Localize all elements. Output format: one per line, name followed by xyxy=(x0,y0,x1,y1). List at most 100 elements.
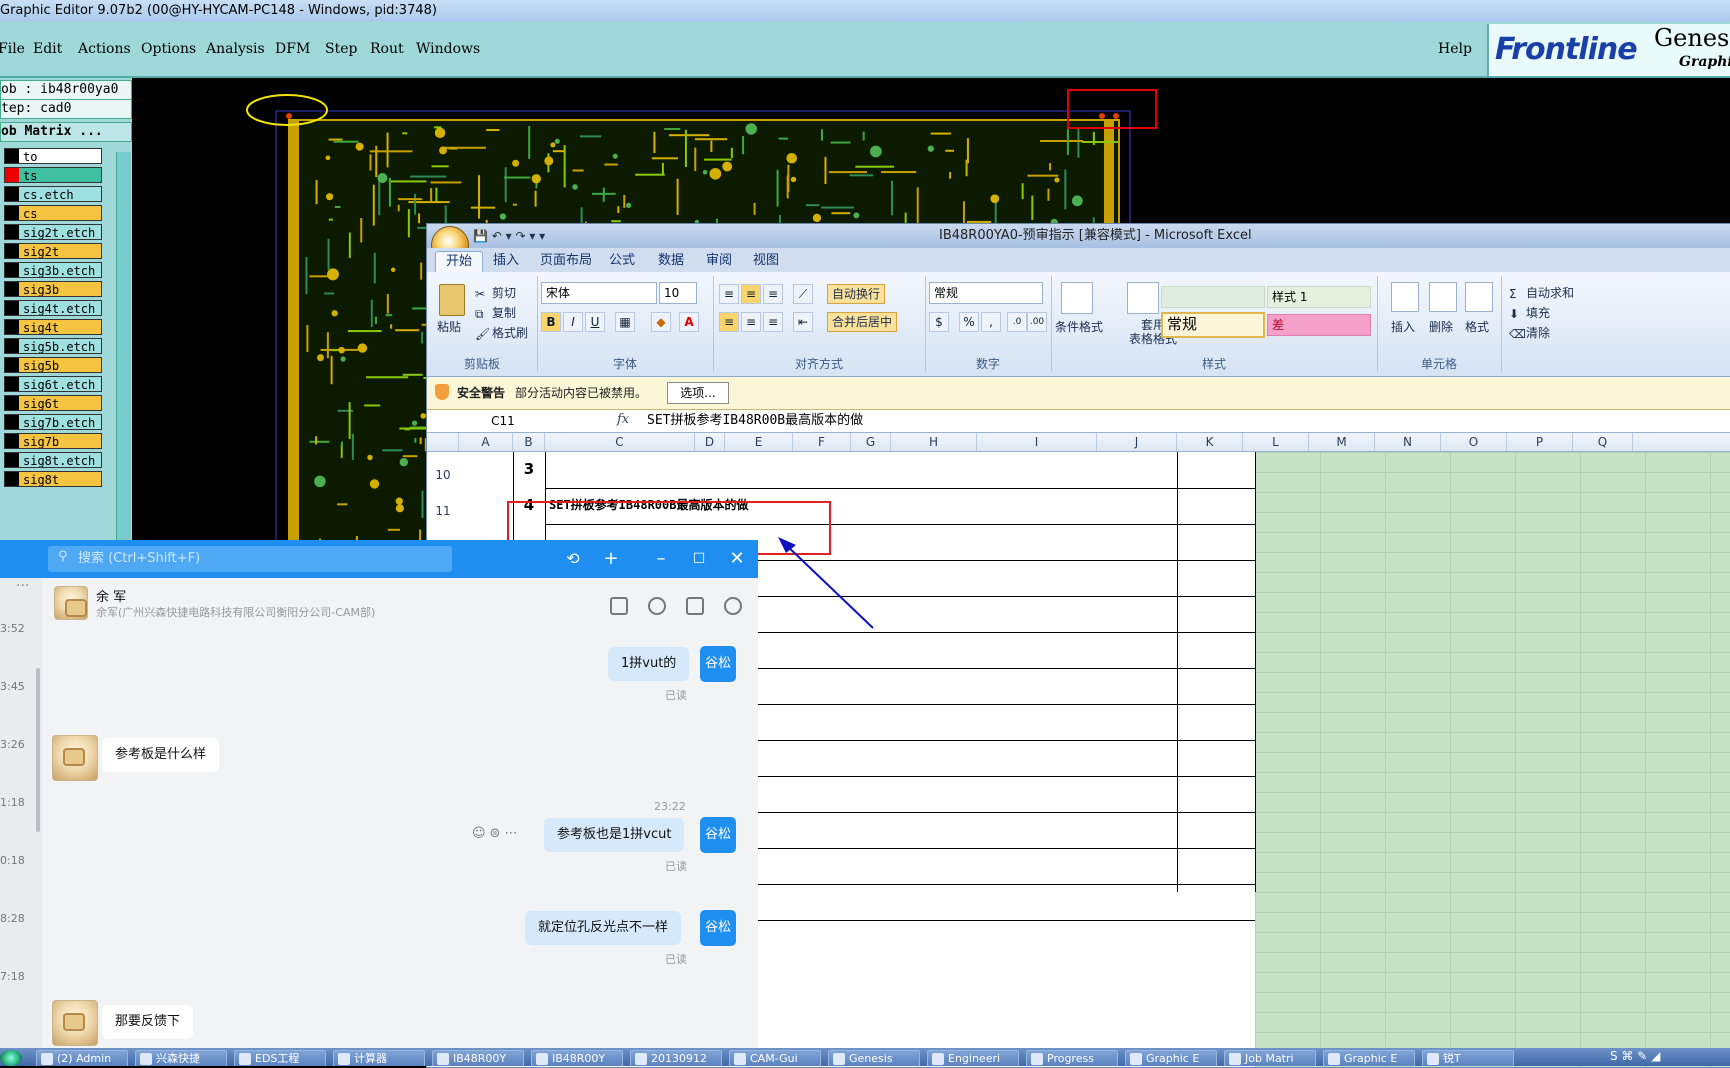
layer-row[interactable]: sig8t xyxy=(4,471,102,487)
chat-search-input[interactable]: 搜索 (Ctrl+Shift+F) xyxy=(48,546,452,572)
align-bottom-button[interactable]: ≡ xyxy=(763,284,783,304)
col-header[interactable]: I xyxy=(977,433,1097,451)
format-cells-button[interactable]: 格式 xyxy=(1465,318,1489,335)
taskbar-button[interactable]: 兴森快捷 xyxy=(135,1050,227,1066)
align-right-button[interactable]: ≡ xyxy=(763,312,783,332)
col-header[interactable]: O xyxy=(1441,433,1507,451)
menu-help[interactable]: Help xyxy=(1438,22,1472,76)
layer-row[interactable]: sig7b xyxy=(4,433,102,449)
contact-avatar[interactable] xyxy=(52,735,98,781)
menu-rout[interactable]: Rout xyxy=(370,22,404,76)
layer-row[interactable]: cs xyxy=(4,205,102,221)
layer-scrollbar[interactable] xyxy=(116,152,131,548)
delete-cells-button[interactable]: 删除 xyxy=(1429,318,1453,335)
layer-swatch[interactable] xyxy=(5,453,19,467)
name-box[interactable]: C11 xyxy=(433,411,569,431)
taskbar-button[interactable]: Genesis xyxy=(828,1050,920,1066)
minimize-icon[interactable]: – xyxy=(650,548,672,570)
message-bubble[interactable]: 参考板是什么样 xyxy=(102,738,220,772)
col-header[interactable]: C xyxy=(545,433,695,451)
row-header[interactable]: 10 xyxy=(427,468,459,482)
col-header[interactable]: E xyxy=(725,433,793,451)
my-avatar[interactable]: 谷松 xyxy=(700,910,736,946)
taskbar-button[interactable]: Graphic E xyxy=(1323,1050,1415,1066)
taskbar-button[interactable]: 20130912 xyxy=(630,1050,722,1066)
currency-button[interactable]: $ xyxy=(929,312,949,332)
col-header[interactable]: H xyxy=(891,433,977,451)
layer-swatch[interactable] xyxy=(5,472,19,486)
tab-view[interactable]: 视图 xyxy=(743,251,789,271)
message-bubble[interactable]: 参考板也是1拼vcut xyxy=(544,818,685,852)
layer-swatch[interactable] xyxy=(5,339,19,353)
layer-swatch[interactable] xyxy=(5,263,19,277)
my-avatar[interactable]: 谷松 xyxy=(700,646,736,682)
layer-swatch[interactable] xyxy=(5,396,19,410)
conditional-format-button[interactable]: 条件格式 xyxy=(1055,318,1103,335)
border-button[interactable]: ▦ xyxy=(615,312,635,332)
layer-swatch[interactable] xyxy=(5,187,19,201)
step-field[interactable]: tep: cad0 xyxy=(0,99,132,119)
menu-step[interactable]: Step xyxy=(325,22,357,76)
taskbar-button[interactable]: Graphic E xyxy=(1125,1050,1217,1066)
col-header[interactable]: K xyxy=(1177,433,1243,451)
menu-file[interactable]: File xyxy=(0,22,25,76)
number-format-select[interactable]: 常规 xyxy=(929,282,1043,304)
copy-button[interactable]: ⧉ 复制 xyxy=(475,304,516,321)
increase-decimal-button[interactable]: .0 xyxy=(1007,312,1027,332)
underline-button[interactable]: U xyxy=(585,312,605,332)
tab-data[interactable]: 数据 xyxy=(648,251,694,271)
security-options-button[interactable]: 选项... xyxy=(667,382,729,404)
taskbar-button[interactable]: CAM-Gui xyxy=(729,1050,821,1066)
col-header[interactable]: B xyxy=(513,433,545,451)
taskbar-button[interactable]: IB48R00Y xyxy=(531,1050,623,1066)
layer-row[interactable]: sig2t.etch xyxy=(4,224,102,240)
message-actions[interactable]: ☺⊜⋯ xyxy=(472,826,521,841)
quick-access-toolbar[interactable]: 💾 ↶ ▾ ↷ ▾ ▾ xyxy=(473,224,545,248)
layer-row[interactable]: to xyxy=(4,148,102,164)
start-button[interactable] xyxy=(0,1050,22,1066)
layer-row[interactable]: sig6t xyxy=(4,395,102,411)
percent-button[interactable]: % xyxy=(959,312,979,332)
add-icon[interactable]: + xyxy=(600,548,622,570)
style-bad[interactable]: 差 xyxy=(1267,314,1371,336)
layer-row[interactable]: sig5b.etch xyxy=(4,338,102,354)
layer-swatch[interactable] xyxy=(5,282,19,296)
job-field[interactable]: ob : ib48r00ya0 xyxy=(0,80,132,100)
layer-row[interactable]: sig2t xyxy=(4,243,102,259)
taskbar-button[interactable]: 锐T xyxy=(1422,1050,1514,1066)
close-icon[interactable]: ✕ xyxy=(726,548,748,570)
col-header[interactable]: A xyxy=(459,433,513,451)
col-header[interactable]: G xyxy=(851,433,891,451)
clear-button[interactable]: ⌫清除 xyxy=(1509,324,1550,341)
bold-button[interactable]: B xyxy=(541,312,561,332)
more-icon[interactable]: ··· xyxy=(16,578,29,594)
message-bubble[interactable]: 1拼vut的 xyxy=(608,647,690,681)
layer-row[interactable]: sig8t.etch xyxy=(4,452,102,468)
align-middle-button[interactable]: ≡ xyxy=(741,284,761,304)
taskbar-button[interactable]: Engineeri xyxy=(927,1050,1019,1066)
fill-color-button[interactable]: ◆ xyxy=(651,312,671,332)
col-header[interactable]: L xyxy=(1243,433,1309,451)
contact-avatar[interactable] xyxy=(52,1000,98,1046)
font-size-select[interactable]: 10 xyxy=(659,282,697,304)
layer-row[interactable]: sig7b.etch xyxy=(4,414,102,430)
layer-swatch[interactable] xyxy=(5,206,19,220)
layer-swatch[interactable] xyxy=(5,168,19,182)
cut-button[interactable]: ✂ 剪切 xyxy=(475,284,516,301)
format-painter-button[interactable]: 🖌 格式刷 xyxy=(475,324,528,341)
taskbar-button[interactable]: IB48R00Y xyxy=(432,1050,524,1066)
layer-swatch[interactable] xyxy=(5,415,19,429)
italic-button[interactable]: I xyxy=(563,312,583,332)
taskbar-button[interactable]: (2) Admin xyxy=(36,1050,128,1066)
folder-icon[interactable] xyxy=(610,597,628,615)
col-header[interactable]: J xyxy=(1097,433,1177,451)
col-header[interactable]: F xyxy=(793,433,851,451)
font-name-select[interactable]: 宋体 xyxy=(541,282,657,304)
layer-row[interactable]: sig4t.etch xyxy=(4,300,102,316)
tab-home[interactable]: 开始 xyxy=(435,251,484,272)
layer-row[interactable]: sig6t.etch xyxy=(4,376,102,392)
align-left-button[interactable]: ≡ xyxy=(719,312,739,332)
history-icon[interactable]: ⟲ xyxy=(562,548,584,570)
cell-b11[interactable]: 4 xyxy=(513,496,545,514)
select-all-corner[interactable] xyxy=(427,433,459,451)
